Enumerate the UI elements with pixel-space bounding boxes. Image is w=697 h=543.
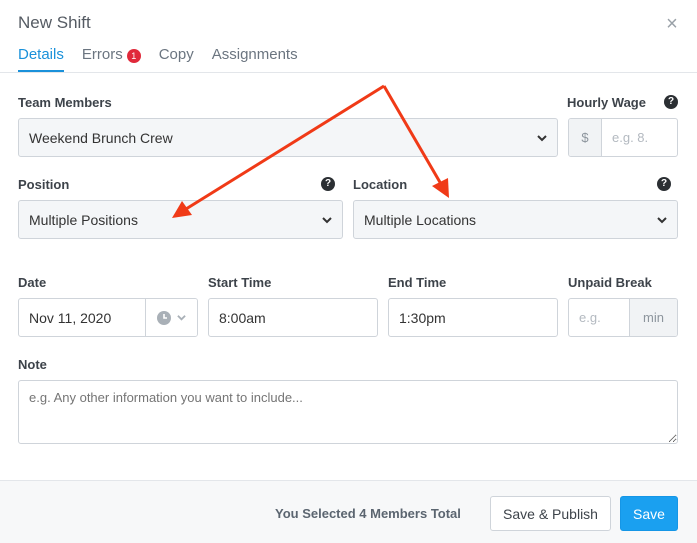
tab-copy[interactable]: Copy (159, 46, 194, 70)
date-input[interactable]: Nov 11, 2020 (18, 298, 198, 337)
annotation-arrows (172, 84, 449, 218)
end-time-value: 1:30pm (399, 309, 446, 326)
unpaid-break-placeholder: e.g. (579, 310, 601, 325)
end-time-input[interactable]: 1:30pm (388, 298, 558, 337)
help-icon[interactable]: ? (657, 177, 671, 191)
unpaid-break-input[interactable]: e.g. min (568, 298, 678, 337)
time-picker-toggle[interactable] (145, 299, 197, 336)
note-textarea[interactable] (18, 380, 678, 444)
date-label: Date (18, 275, 47, 290)
end-time-label: End Time (388, 275, 447, 290)
start-time-label: Start Time (208, 275, 272, 290)
currency-prefix: $ (569, 119, 602, 156)
hourly-wage-placeholder: e.g. 8. (612, 130, 649, 145)
team-members-select[interactable]: Weekend Brunch Crew (18, 118, 558, 157)
hourly-wage-label: Hourly Wage (567, 95, 646, 110)
tab-bar: Details Errors 1 Copy Assignments (18, 46, 298, 72)
chevron-down-icon (177, 315, 186, 321)
hourly-wage-input[interactable]: $ e.g. 8. (568, 118, 678, 157)
tab-assignments-label: Assignments (211, 46, 298, 63)
chevron-down-icon (322, 216, 332, 223)
errors-count-badge: 1 (126, 49, 141, 63)
chevron-down-icon (537, 134, 547, 141)
modal-title: New Shift (18, 13, 91, 32)
tab-details-label: Details (18, 46, 64, 63)
unpaid-break-label: Unpaid Break (568, 275, 652, 290)
tab-errors-label: Errors (81, 46, 123, 63)
new-shift-modal: New Shift × Details Errors 1 Copy Assign… (0, 0, 697, 543)
start-time-value: 8:00am (219, 309, 266, 326)
minutes-suffix: min (629, 299, 677, 336)
date-value: Nov 11, 2020 (29, 309, 112, 326)
location-label: Location (353, 177, 408, 192)
help-icon[interactable]: ? (321, 177, 335, 191)
tab-copy-label: Copy (158, 46, 194, 63)
clock-icon (157, 310, 171, 325)
start-time-input[interactable]: 8:00am (208, 298, 378, 337)
tab-errors[interactable]: Errors 1 (82, 46, 141, 70)
help-icon[interactable]: ? (664, 95, 678, 109)
location-select[interactable]: Multiple Locations (353, 200, 678, 239)
note-label: Note (18, 357, 47, 372)
tab-assignments[interactable]: Assignments (212, 46, 298, 70)
position-value: Multiple Positions (29, 211, 138, 228)
team-members-label: Team Members (18, 95, 112, 110)
save-button[interactable]: Save (620, 496, 678, 531)
tab-details[interactable]: Details (18, 46, 64, 72)
location-value: Multiple Locations (364, 211, 477, 228)
position-label: Position (18, 177, 70, 192)
close-icon[interactable]: × (662, 14, 682, 34)
selected-members-summary: You Selected 4 Members Total (275, 506, 461, 521)
team-members-value: Weekend Brunch Crew (29, 129, 173, 146)
position-select[interactable]: Multiple Positions (18, 200, 343, 239)
tab-divider (0, 72, 697, 73)
save-and-publish-button[interactable]: Save & Publish (490, 496, 611, 531)
chevron-down-icon (657, 216, 667, 223)
